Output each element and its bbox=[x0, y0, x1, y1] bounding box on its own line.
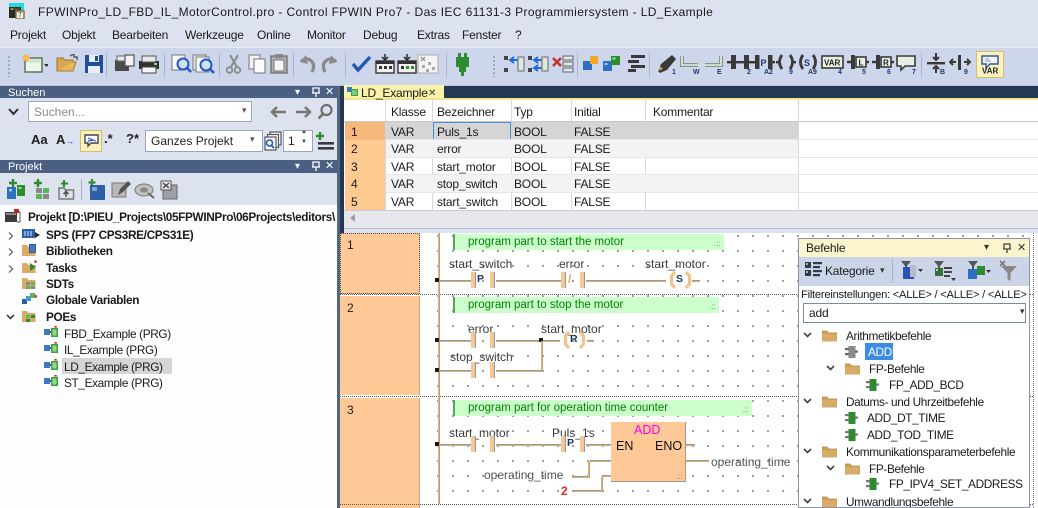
svg-text:5: 5 bbox=[862, 69, 866, 75]
svg-text:9: 9 bbox=[964, 69, 968, 75]
svg-text:VAR: VAR bbox=[982, 67, 999, 76]
svg-text:4: 4 bbox=[838, 69, 842, 75]
svg-text:*: * bbox=[34, 260, 38, 268]
svg-text:1: 1 bbox=[672, 69, 676, 75]
svg-text:E: E bbox=[717, 69, 722, 75]
svg-text:R: R bbox=[883, 59, 889, 68]
svg-text:P: P bbox=[761, 58, 767, 68]
svg-text:7: 7 bbox=[18, 12, 22, 19]
svg-text:*: * bbox=[34, 293, 38, 303]
svg-text:7: 7 bbox=[912, 69, 916, 75]
svg-text:A2: A2 bbox=[764, 69, 773, 75]
svg-text:2: 2 bbox=[747, 69, 751, 75]
svg-text:VAR: VAR bbox=[824, 59, 841, 68]
svg-text:S: S bbox=[804, 58, 810, 68]
svg-text:A9: A9 bbox=[808, 69, 817, 75]
svg-text:L: L bbox=[859, 59, 864, 68]
svg-text:6: 6 bbox=[887, 69, 891, 75]
svg-text:9: 9 bbox=[789, 69, 793, 75]
svg-text:W: W bbox=[693, 69, 700, 75]
svg-text:B: B bbox=[940, 69, 945, 75]
